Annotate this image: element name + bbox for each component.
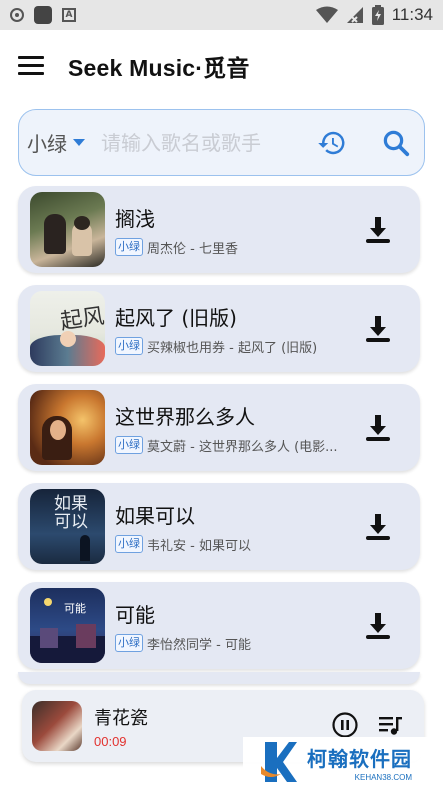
album-cover — [30, 192, 105, 267]
history-icon[interactable] — [314, 125, 350, 161]
watermark: 柯翰软件园 KEHAN38.COM — [243, 737, 443, 787]
app-header: Seek Music·觅音 — [0, 30, 443, 102]
song-title: 搁浅 — [115, 206, 155, 231]
app-notification-icon — [34, 6, 52, 24]
album-cover: 起风 — [30, 291, 105, 366]
search-icon[interactable] — [378, 125, 414, 161]
wifi-icon — [315, 6, 338, 23]
source-badge: 小绿 — [115, 337, 143, 355]
album-cover — [30, 390, 105, 465]
song-title: 起风了 (旧版) — [115, 305, 237, 330]
watermark-name: 柯翰软件园 — [307, 746, 412, 771]
download-icon[interactable] — [360, 509, 396, 545]
source-badge: 小绿 — [115, 238, 143, 256]
player-cover — [32, 701, 82, 751]
download-icon[interactable] — [360, 311, 396, 347]
record-icon — [10, 8, 24, 22]
source-badge: 小绿 — [115, 634, 143, 652]
menu-icon[interactable] — [18, 56, 44, 76]
player-time: 00:09 — [94, 733, 127, 749]
watermark-logo-icon — [261, 742, 297, 782]
source-select[interactable]: 小绿 — [27, 128, 85, 157]
song-list: 搁浅 小绿 周杰伦 - 七里香 起风 起风了 (旧版) 小绿 买辣椒也用券 - … — [18, 186, 422, 681]
download-icon[interactable] — [360, 608, 396, 644]
song-item-partial — [18, 672, 420, 684]
song-item[interactable]: 可能 可能 小绿 李怡然同学 - 可能 — [18, 582, 420, 669]
signal-icon — [346, 7, 363, 23]
source-select-label: 小绿 — [27, 132, 67, 156]
app-title: Seek Music·觅音 — [68, 55, 250, 81]
source-badge: 小绿 — [115, 436, 143, 454]
playlist-icon[interactable] — [376, 710, 406, 740]
pause-icon[interactable] — [330, 710, 360, 740]
player-title: 青花瓷 — [94, 707, 148, 729]
battery-icon — [371, 5, 384, 25]
album-cover: 如果 可以 — [30, 489, 105, 564]
song-item[interactable]: 搁浅 小绿 周杰伦 - 七里香 — [18, 186, 420, 273]
song-subtitle: 李怡然同学 - 可能 — [147, 637, 251, 653]
song-subtitle: 韦礼安 - 如果可以 — [147, 538, 251, 554]
album-cover: 可能 — [30, 588, 105, 663]
song-item[interactable]: 起风 起风了 (旧版) 小绿 买辣椒也用券 - 起风了 (旧版) — [18, 285, 420, 372]
caret-down-icon — [73, 139, 85, 146]
song-title: 这世界那么多人 — [115, 404, 255, 429]
download-icon[interactable] — [360, 410, 396, 446]
search-bar: 小绿 — [18, 109, 425, 176]
status-bar: A 11:34 — [0, 0, 443, 30]
download-icon[interactable] — [360, 212, 396, 248]
a-icon: A — [62, 8, 76, 22]
clock: 11:34 — [391, 5, 433, 24]
song-subtitle: 周杰伦 - 七里香 — [147, 241, 238, 257]
song-item[interactable]: 如果 可以 如果可以 小绿 韦礼安 - 如果可以 — [18, 483, 420, 570]
song-subtitle: 莫文蔚 - 这世界那么多人 (电影... — [147, 439, 338, 455]
song-subtitle: 买辣椒也用券 - 起风了 (旧版) — [147, 340, 318, 356]
watermark-domain: KEHAN38.COM — [354, 772, 412, 782]
source-badge: 小绿 — [115, 535, 143, 553]
song-title: 可能 — [115, 602, 155, 627]
search-input[interactable] — [101, 130, 314, 155]
song-item[interactable]: 这世界那么多人 小绿 莫文蔚 - 这世界那么多人 (电影... — [18, 384, 420, 471]
song-title: 如果可以 — [115, 503, 195, 528]
